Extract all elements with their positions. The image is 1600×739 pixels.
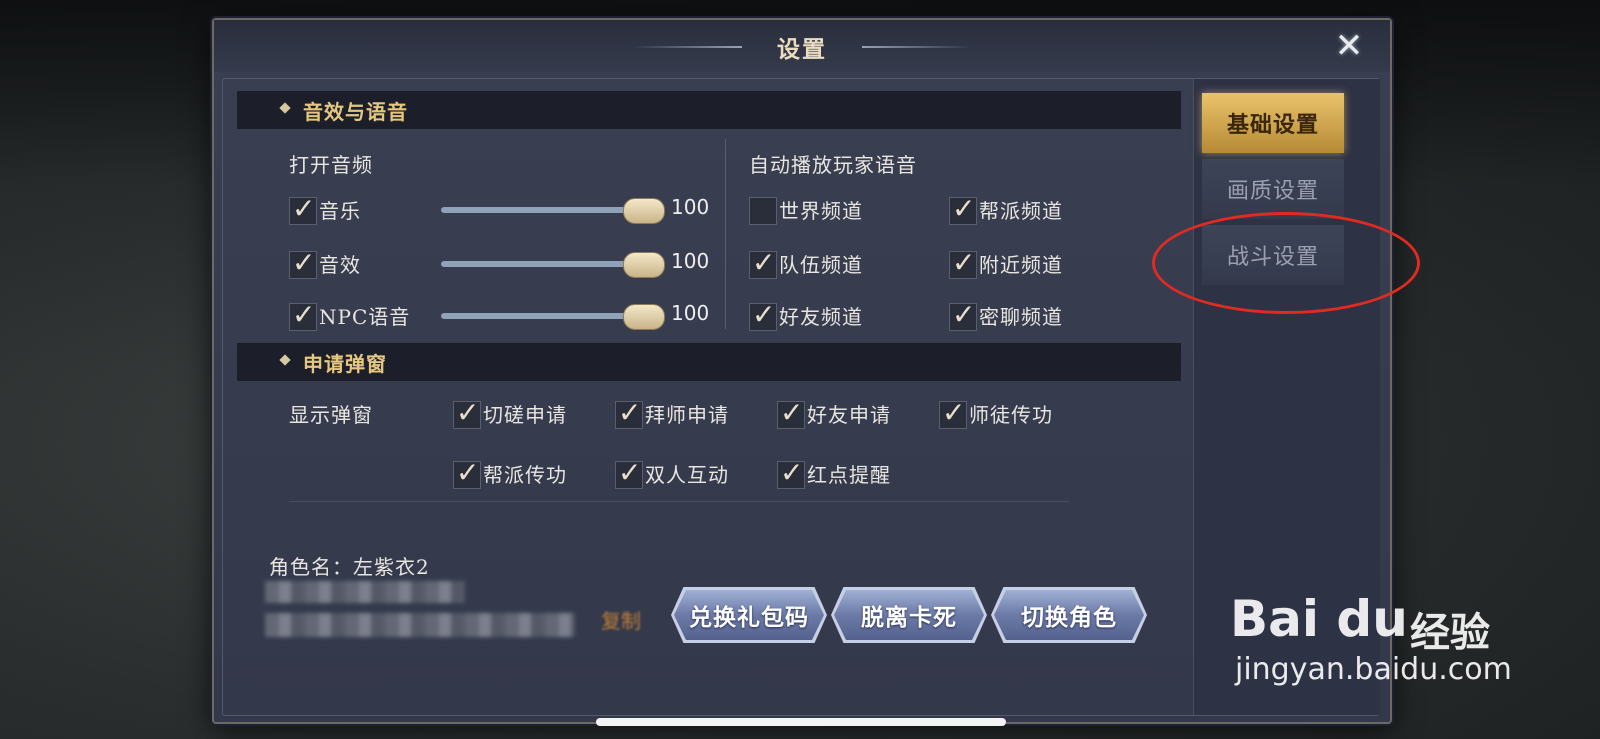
checkmark-icon: ✓ [292,246,316,279]
sfx-checkbox[interactable]: ✓ [289,246,317,279]
sfx-slider[interactable] [441,261,651,267]
diamond-icon [279,354,291,366]
role-name: 角色名：左紫衣2 [269,555,430,579]
sfx-slider-knob[interactable] [623,252,665,278]
music-checkbox[interactable]: ✓ [289,192,317,225]
section-audio-header: 音效与语音 [237,91,1181,129]
dialog-title: 设置 [777,36,827,63]
section-audio-title: 音效与语音 [303,100,408,124]
open-audio-label: 打开音频 [289,153,373,177]
dialog-titlebar: 设置 ✕ [214,20,1390,72]
guild-channel-checkbox[interactable]: ✓ [949,192,977,225]
whisper-channel-label: 密聊频道 [979,305,1063,329]
npc-voice-slider-knob[interactable] [623,304,665,330]
duo-interaction-label: 双人互动 [645,463,729,487]
friend-channel-checkbox[interactable]: ✓ [749,298,777,331]
checkmark-icon: ✓ [292,192,316,225]
npc-voice-checkbox[interactable]: ✓ [289,298,317,331]
checkmark-icon: ✓ [942,396,966,429]
npc-voice-label: NPC语音 [319,305,411,329]
section-popups-header: 申请弹窗 [237,343,1181,381]
auto-play-voice-label: 自动播放玩家语音 [749,153,917,177]
switch-role-button[interactable]: 切换角色 [994,590,1144,640]
music-slider[interactable] [441,207,651,213]
mentor-transfer-label: 师徒传功 [969,403,1053,427]
mentor-transfer-checkbox[interactable]: ✓ [939,396,967,429]
checkmark-icon: ✓ [952,298,976,331]
checkmark-icon: ✓ [292,298,316,331]
bottom-divider [289,501,1069,502]
music-label: 音乐 [319,199,361,223]
redeem-gift-code-button[interactable]: 兑换礼包码 [674,590,824,640]
red-dot-reminder-label: 红点提醒 [807,463,891,487]
title-ornament-right [862,46,972,48]
checkmark-icon: ✓ [456,396,480,429]
tab-basic-settings[interactable]: 基础设置 [1202,93,1344,153]
team-channel-label: 队伍频道 [779,253,863,277]
guild-channel-label: 帮派频道 [979,199,1063,223]
settings-dialog: 设置 ✕ 音效与语音 打开音频 ✓ 音乐 100 ✓ 音效 100 ✓ NPC语… [212,18,1392,724]
nearby-channel-label: 附近频道 [979,253,1063,277]
guild-transfer-label: 帮派传功 [483,463,567,487]
diamond-icon [279,102,291,114]
checkmark-icon: ✓ [456,456,480,489]
checkmark-icon: ✓ [780,456,804,489]
duo-interaction-checkbox[interactable]: ✓ [615,456,643,489]
team-channel-checkbox[interactable]: ✓ [749,246,777,279]
checkmark-icon: ✓ [780,396,804,429]
friend-channel-label: 好友频道 [779,305,863,329]
settings-content: 音效与语音 打开音频 ✓ 音乐 100 ✓ 音效 100 ✓ NPC语音 100… [231,79,1183,715]
sfx-label: 音效 [319,253,361,277]
npc-voice-slider[interactable] [441,313,651,319]
baidu-jingyan-text: 经验 [1410,610,1490,656]
spar-request-checkbox[interactable]: ✓ [453,396,481,429]
redacted-id [265,613,575,637]
baidu-logo: Bai du [1230,590,1408,648]
annotation-circle [1152,212,1420,314]
dialog-body: 音效与语音 打开音频 ✓ 音乐 100 ✓ 音效 100 ✓ NPC语音 100… [222,78,1380,716]
watermark-url: jingyan.baidu.com [1235,652,1512,687]
spar-request-label: 切磋申请 [483,403,567,427]
world-channel-label: 世界频道 [779,199,863,223]
checkmark-icon: ✓ [952,246,976,279]
column-divider [725,139,726,329]
show-popup-label: 显示弹窗 [289,403,373,427]
apprentice-request-checkbox[interactable]: ✓ [615,396,643,429]
music-slider-knob[interactable] [623,198,665,224]
unstuck-button[interactable]: 脱离卡死 [834,590,984,640]
friend-request-checkbox[interactable]: ✓ [777,396,805,429]
nearby-channel-checkbox[interactable]: ✓ [949,246,977,279]
checkmark-icon: ✓ [752,246,776,279]
music-value: 100 [671,195,710,219]
section-popups-title: 申请弹窗 [303,352,387,376]
guild-transfer-checkbox[interactable]: ✓ [453,456,481,489]
copy-link[interactable]: 复制 [601,605,641,634]
home-indicator[interactable] [596,718,1006,726]
whisper-channel-checkbox[interactable]: ✓ [949,298,977,331]
apprentice-request-label: 拜师申请 [645,403,729,427]
checkmark-icon: ✓ [618,396,642,429]
checkmark-icon: ✓ [618,456,642,489]
checkmark-icon: ✓ [952,192,976,225]
sfx-value: 100 [671,249,710,273]
tab-graphics-settings[interactable]: 画质设置 [1202,159,1344,219]
friend-request-label: 好友申请 [807,403,891,427]
npc-voice-value: 100 [671,301,710,325]
checkmark-icon: ✓ [752,298,776,331]
red-dot-reminder-checkbox[interactable]: ✓ [777,456,805,489]
close-icon[interactable]: ✕ [1330,28,1368,64]
redacted-server-info [265,581,465,603]
world-channel-checkbox[interactable] [749,197,777,225]
